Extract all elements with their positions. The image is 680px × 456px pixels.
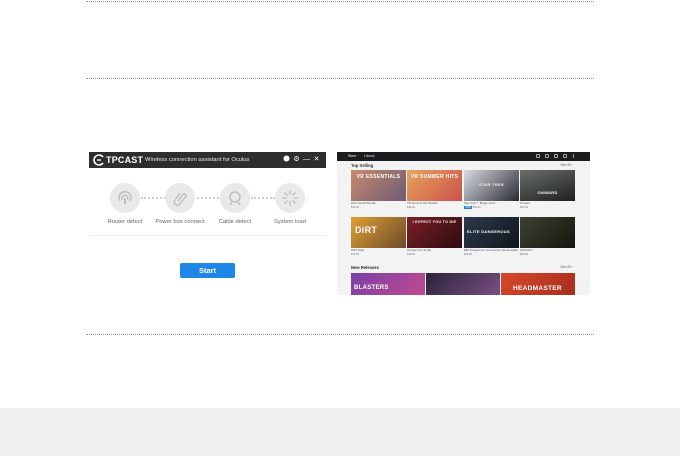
game-tile[interactable]: ELITE DANGEROUS xyxy=(464,217,519,248)
store-topbar: Store Library xyxy=(337,152,590,161)
link-icon xyxy=(165,183,195,213)
tile-price: $39.99 xyxy=(472,206,481,209)
settings-icon[interactable] xyxy=(563,154,567,158)
gear-icon[interactable]: ⚙ xyxy=(292,155,301,165)
tile-price: $19.99 xyxy=(351,253,359,256)
see-all-link[interactable]: See All › xyxy=(560,265,573,269)
tile-title: Robo Recall Bundle xyxy=(351,201,376,205)
nav-store-tab[interactable]: Store xyxy=(348,153,356,160)
page: TPCAST Wireless connection assistant for… xyxy=(0,0,680,456)
tile-price: $19.99 xyxy=(407,253,415,256)
tpcast-brand: TPCAST xyxy=(106,155,144,165)
dotted-divider xyxy=(86,78,594,79)
game-tile[interactable]: STAR TREK xyxy=(464,170,519,201)
tpcast-logo-icon xyxy=(93,154,104,166)
tile-price: $39.99 xyxy=(407,206,415,209)
sale-badge: -40% xyxy=(464,206,472,209)
see-all-link[interactable]: See All › xyxy=(560,163,573,167)
tile-art-text: VR ESSENTIALS xyxy=(356,174,401,180)
game-tile[interactable]: VR SUMMER HITS xyxy=(407,170,462,201)
game-tile[interactable]: BLASTERS xyxy=(351,273,425,295)
start-button[interactable]: Start xyxy=(180,263,235,278)
tile-art-text: BLASTERS xyxy=(354,285,389,291)
tile-art-text: HEADMASTER xyxy=(513,285,562,292)
tile-art-text: STAR TREK xyxy=(478,182,505,187)
downloads-icon[interactable] xyxy=(545,154,549,158)
window-controls-icon[interactable] xyxy=(573,154,577,158)
tile-price: $29.99 xyxy=(351,206,359,209)
tpcast-subtitle: Wireless connection assistant for Oculus xyxy=(145,157,250,163)
tpcast-titlebar: TPCAST Wireless connection assistant for… xyxy=(89,152,326,168)
loading-spinner-icon xyxy=(275,183,305,213)
router-icon xyxy=(110,183,140,213)
tile-title: Obduction xyxy=(520,248,533,252)
tile-art-text: ELITE DANGEROUS xyxy=(467,229,510,234)
tile-title: Elite Dangerous: Commander Deluxe Editio… xyxy=(464,249,518,252)
cable-icon xyxy=(220,183,250,213)
game-tile[interactable]: HEADMASTER xyxy=(501,273,575,295)
new-releases-heading: New Releases xyxy=(351,265,379,270)
dotted-divider xyxy=(86,1,594,2)
tile-price: $19.99 xyxy=(520,253,528,256)
game-tile[interactable]: I EXPECT YOU TO DIE xyxy=(407,217,462,248)
minimize-button[interactable]: — xyxy=(302,155,311,165)
top-selling-heading: Top Selling xyxy=(351,163,374,168)
info-icon[interactable] xyxy=(282,155,291,165)
section-divider xyxy=(89,235,326,236)
tile-title: VR Summer Hits Bundle xyxy=(407,201,438,205)
tile-art-text: ONWARD xyxy=(537,190,558,195)
step-system-load: System load xyxy=(255,183,325,225)
tile-price: $29.99 xyxy=(464,253,472,256)
tile-title: Onward xyxy=(520,201,530,205)
dotted-divider xyxy=(86,334,594,335)
tile-art-text: VR SUMMER HITS xyxy=(410,174,459,180)
step-label: System load xyxy=(274,219,306,225)
tile-art-text: I EXPECT YOU TO DIE xyxy=(412,220,457,224)
search-icon[interactable] xyxy=(536,154,540,158)
notifications-icon[interactable] xyxy=(554,154,558,158)
oculus-store-window: Store Library Top Selling See All › VR E… xyxy=(337,152,590,295)
game-tile[interactable]: VR ESSENTIALS xyxy=(351,170,406,201)
game-tile[interactable]: ONWARD xyxy=(520,170,575,201)
tile-art-text: DiRT xyxy=(355,225,378,235)
tile-price: $24.99 xyxy=(520,206,528,209)
tile-title: Star Trek™: Bridge Crew xyxy=(464,201,496,205)
tile-title: I Expect You To Die xyxy=(407,248,432,252)
close-button[interactable]: ✕ xyxy=(312,155,321,165)
tpcast-app-window: TPCAST Wireless connection assistant for… xyxy=(89,152,326,286)
game-tile[interactable] xyxy=(426,273,500,295)
nav-library-tab[interactable]: Library xyxy=(364,153,375,160)
game-tile[interactable]: DiRT xyxy=(351,217,406,248)
game-tile[interactable] xyxy=(520,217,575,248)
tile-title: DiRT Rally xyxy=(351,248,365,252)
footer-band xyxy=(0,408,680,456)
